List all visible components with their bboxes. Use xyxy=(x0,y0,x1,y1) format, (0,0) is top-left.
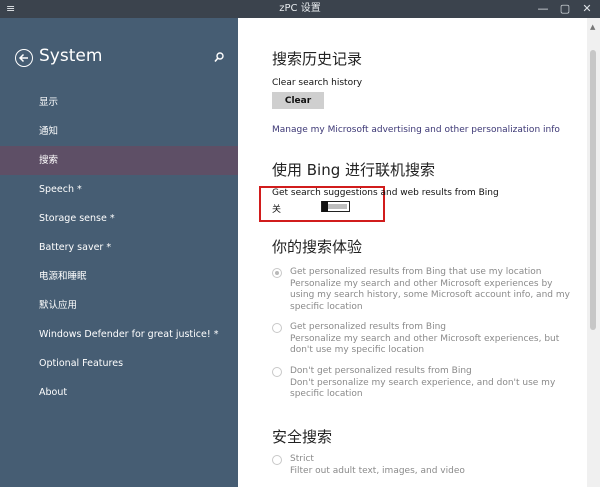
history-heading: 搜索历史记录 xyxy=(272,50,363,68)
radio-title: Strict xyxy=(290,454,314,464)
radio-desc: Personalize my search and other Microsof… xyxy=(290,333,560,356)
toggle-knob[interactable] xyxy=(322,200,328,212)
clear-history-button[interactable]: Clear xyxy=(272,92,324,109)
radio-title: Don't get personalized results from Bing xyxy=(290,366,472,376)
sidebar-item-display[interactable]: 显示 xyxy=(0,88,238,117)
radio-title: Get personalized results from Bing that … xyxy=(290,267,542,277)
sidebar-item-storage-sense[interactable]: Storage sense * xyxy=(0,204,238,233)
sidebar-item-about[interactable]: About xyxy=(0,378,238,407)
radio-button[interactable] xyxy=(272,268,282,278)
sidebar-item-optional-features[interactable]: Optional Features xyxy=(0,349,238,378)
sidebar-item-power-sleep[interactable]: 电源和睡眠 xyxy=(0,262,238,291)
maximize-button[interactable]: ▢ xyxy=(554,0,576,18)
search-icon[interactable] xyxy=(214,52,224,63)
bing-suggestions-label: Get search suggestions and web results f… xyxy=(272,188,499,198)
scrollbar-thumb[interactable] xyxy=(590,50,596,330)
sidebar-item-battery-saver[interactable]: Battery saver * xyxy=(0,233,238,262)
settings-window: ≡ zPC 设置 — ▢ ✕ System 显示 通知 搜索 Speech * … xyxy=(0,0,600,487)
bing-toggle-state: 关 xyxy=(272,205,282,215)
sidebar: System 显示 通知 搜索 Speech * Storage sense *… xyxy=(0,18,238,487)
title-bar: ≡ zPC 设置 — ▢ ✕ xyxy=(0,0,600,18)
radio-title: Get personalized results from Bing xyxy=(290,322,447,332)
experience-heading: 你的搜索体验 xyxy=(272,238,363,256)
minimize-button[interactable]: — xyxy=(532,0,554,18)
sidebar-item-speech[interactable]: Speech * xyxy=(0,175,238,204)
settings-content: 搜索历史记录 Clear search history Clear Manage… xyxy=(238,18,587,487)
radio-desc: Personalize my search and other Microsof… xyxy=(290,278,570,312)
content-scrollbar[interactable]: ▲ xyxy=(587,18,600,487)
sidebar-item-search[interactable]: 搜索 xyxy=(0,146,238,175)
toggle-track xyxy=(328,203,347,209)
sidebar-item-windows-defender[interactable]: Windows Defender for great justice! * xyxy=(0,320,238,349)
back-arrow-icon[interactable] xyxy=(15,49,33,67)
radio-desc: Filter out adult text, images, and video xyxy=(290,465,465,476)
radio-button[interactable] xyxy=(272,323,282,333)
sidebar-item-notifications[interactable]: 通知 xyxy=(0,117,238,146)
radio-button[interactable] xyxy=(272,367,282,377)
manage-advertising-link[interactable]: Manage my Microsoft advertising and othe… xyxy=(272,125,560,135)
scroll-up-icon[interactable]: ▲ xyxy=(590,23,595,31)
bing-heading: 使用 Bing 进行联机搜索 xyxy=(272,161,436,179)
sidebar-title: System xyxy=(39,46,103,66)
sidebar-nav: 显示 通知 搜索 Speech * Storage sense * Batter… xyxy=(0,88,238,407)
window-title: zPC 设置 xyxy=(279,3,321,14)
close-button[interactable]: ✕ xyxy=(576,0,598,18)
radio-button[interactable] xyxy=(272,455,282,465)
bing-suggestions-toggle[interactable] xyxy=(321,200,350,212)
clear-history-label: Clear search history xyxy=(272,78,363,88)
safe-search-heading: 安全搜索 xyxy=(272,428,333,446)
radio-desc: Don't personalize my search experience, … xyxy=(290,377,556,400)
sidebar-item-default-apps[interactable]: 默认应用 xyxy=(0,291,238,320)
